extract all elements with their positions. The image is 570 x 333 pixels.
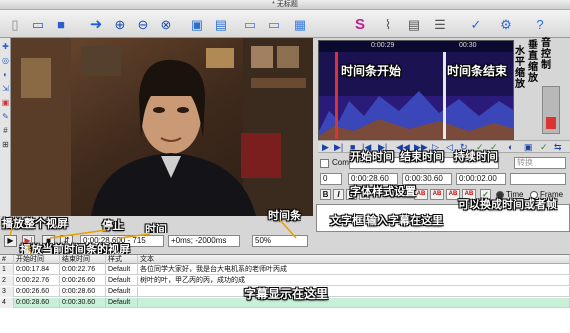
row-style: Default <box>106 276 138 286</box>
row-start: 0:00:22.76 <box>14 276 60 286</box>
row-end: 0:00:22.76 <box>60 265 106 275</box>
grid-header-start: 开始时间 <box>14 255 60 265</box>
row-end: 0:00:28.60 <box>60 287 106 297</box>
row-style: Default <box>106 265 138 275</box>
grid-header: # 开始时间 结束时间 样式 文本 <box>0 255 570 265</box>
table-row[interactable]: 1 0:00:17.84 0:00:22.76 Default 各位同学大家好，… <box>0 265 570 275</box>
row-text: 各位同学大家好，我是台大电机系的老师叶丙成 <box>138 265 570 275</box>
row-start: 0:00:26.60 <box>14 287 60 297</box>
grid-header-text: 文本 <box>138 255 570 265</box>
row-end: 0:00:30.60 <box>60 298 106 308</box>
row-number: 4 <box>0 298 14 308</box>
grid-header-style: 样式 <box>106 255 138 265</box>
row-text: 树叶的叶，甲乙丙的丙，成功的成 <box>138 276 570 286</box>
row-style: Default <box>106 298 138 308</box>
row-text <box>138 287 570 297</box>
row-text <box>138 298 570 308</box>
row-number: 1 <box>0 265 14 275</box>
row-number: 2 <box>0 276 14 286</box>
grid-header-end: 结束时间 <box>60 255 106 265</box>
table-row[interactable]: 2 0:00:22.76 0:00:26.60 Default 树叶的叶，甲乙丙… <box>0 276 570 286</box>
row-end: 0:00:26.60 <box>60 276 106 286</box>
grid-header-num: # <box>0 255 14 265</box>
row-style: Default <box>106 287 138 297</box>
annotation-subtitle-display: 字幕显示在这里 <box>244 287 329 301</box>
row-start: 0:00:28.60 <box>14 298 60 308</box>
row-number: 3 <box>0 287 14 297</box>
subtitle-grid: # 开始时间 结束时间 样式 文本 1 0:00:17.84 0:00:22.7… <box>0 254 570 333</box>
row-start: 0:00:17.84 <box>14 265 60 275</box>
